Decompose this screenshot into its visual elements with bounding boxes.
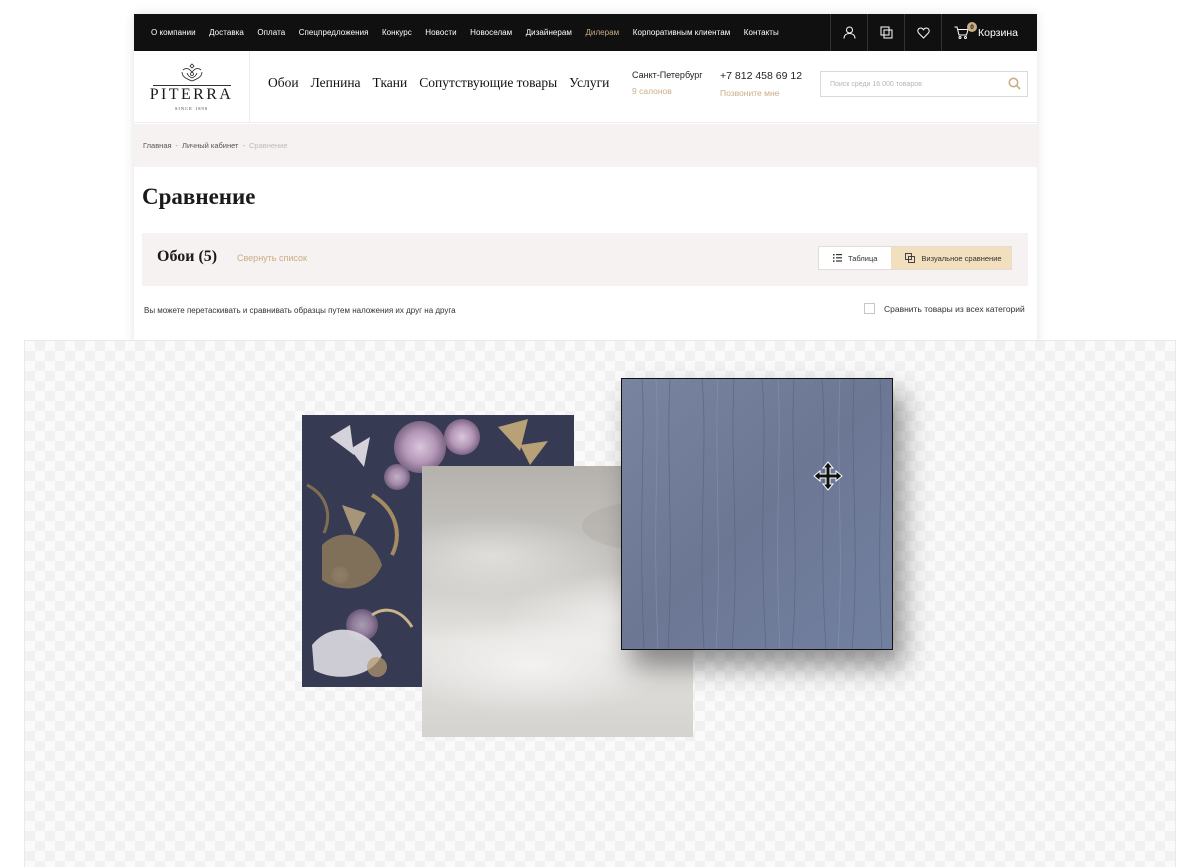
account-button[interactable] [830,14,867,51]
drag-hint: Вы можете перетаскивать и сравнивать обр… [144,306,456,315]
nav-services[interactable]: Услуги [569,75,609,91]
top-link-payment[interactable]: Оплата [257,28,285,37]
logo[interactable]: PITERRA SINCE 1890 [134,51,250,123]
top-link-about[interactable]: О компании [151,28,196,37]
breadcrumb-separator: - [242,141,245,150]
cart-button[interactable]: 0 Корзина [941,14,1037,51]
phone-number[interactable]: +7 812 458 69 12 [720,70,802,82]
all-categories-label: Сравнить товары из всех категорий [884,303,1025,314]
view-switch: Таблица Визуальное сравнение [818,246,1012,270]
top-link-corporate[interactable]: Корпоративным клиентам [633,28,731,37]
comparison-canvas[interactable] [24,340,1176,867]
cart-label: Корзина [978,26,1018,39]
top-link-newhome[interactable]: Новоселам [470,28,512,37]
logo-text: PITERRA [149,86,234,103]
all-categories-checkbox[interactable] [864,303,875,314]
nav-fabrics[interactable]: Ткани [373,75,408,91]
category-bar: Обои (5) Свернуть список Таблица Визуаль… [142,233,1028,286]
breadcrumb-home[interactable]: Главная [143,141,172,150]
main-nav: Обои Лепнина Ткани Сопутствующие товары … [268,75,621,91]
compare-button[interactable] [867,14,904,51]
breadcrumb-separator: - [175,141,179,150]
breadcrumb: Главная - Личный кабинет - Сравнение [134,124,1037,167]
top-link-contest[interactable]: Конкурс [382,28,412,37]
nav-wallpaper[interactable]: Обои [268,75,299,91]
visual-compare-button[interactable]: Визуальное сравнение [891,247,1011,269]
site-frame: О компании Доставка Оплата Спецпредложен… [134,14,1037,344]
top-link-delivery[interactable]: Доставка [209,28,244,37]
search-button[interactable] [1008,77,1021,95]
blue-texture [622,379,892,649]
collapse-list-link[interactable]: Свернуть список [237,253,307,263]
table-view-button[interactable]: Таблица [819,247,892,269]
category-title: Обои (5) [157,248,218,265]
compare-icon [905,253,916,263]
move-cursor-icon [813,461,843,491]
crest-icon [181,63,202,82]
phone-block: +7 812 458 69 12 Позвоните мне [720,70,802,98]
top-nav: О компании Доставка Оплата Спецпредложен… [134,14,792,51]
list-icon [833,254,842,262]
page-title: Сравнение [142,184,256,209]
top-link-offers[interactable]: Спецпредложения [299,28,369,37]
header-tools: 0 Корзина [830,14,1037,51]
logo-since: SINCE 1890 [174,106,209,111]
user-icon [843,26,855,39]
search-icon [1008,77,1021,90]
search-input[interactable] [821,72,1001,96]
top-bar: О компании Доставка Оплата Спецпредложен… [134,14,1037,51]
top-link-designers[interactable]: Дизайнерам [526,28,572,37]
swatch-blue-textured-wallpaper[interactable] [621,378,893,650]
top-link-dealers[interactable]: Дилерам [585,28,619,37]
visual-compare-label: Визуальное сравнение [921,253,1002,263]
search-box [820,71,1028,97]
nav-molding[interactable]: Лепнина [311,75,361,91]
heart-icon [916,27,930,39]
city-block: Санкт-Петербург 9 салонов [632,70,703,96]
top-link-news[interactable]: Новости [425,28,456,37]
table-view-label: Таблица [848,253,878,263]
cart-count-badge: 0 [967,22,977,32]
favorites-button[interactable] [904,14,941,51]
city-name[interactable]: Санкт-Петербург [632,70,703,80]
top-link-contacts[interactable]: Контакты [744,28,779,37]
nav-related-goods[interactable]: Сопутствующие товары [419,75,557,91]
salons-link[interactable]: 9 салонов [632,86,703,96]
compare-icon [880,26,892,39]
all-categories-toggle[interactable]: Сравнить товары из всех категорий [864,303,1025,314]
breadcrumb-current: Сравнение [248,141,288,150]
breadcrumb-cabinet[interactable]: Личный кабинет [182,141,238,150]
callback-link[interactable]: Позвоните мне [720,88,802,98]
